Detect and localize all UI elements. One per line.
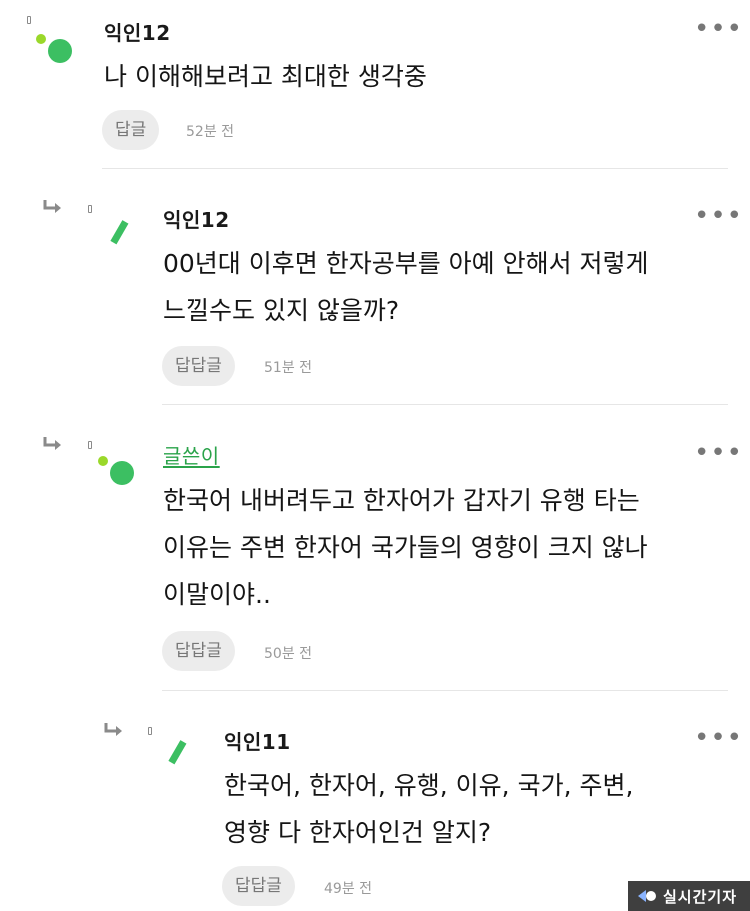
- timestamp: 51분 전: [264, 360, 313, 376]
- author-name[interactable]: 익인12: [104, 17, 171, 46]
- author-name-writer[interactable]: 글쓴이: [163, 440, 220, 469]
- timestamp: 49분 전: [324, 881, 373, 897]
- more-options-icon[interactable]: •••: [694, 203, 743, 229]
- more-options-icon[interactable]: •••: [694, 16, 743, 42]
- watermark-logo-icon: [638, 890, 656, 902]
- watermark: 실시간기자: [628, 881, 750, 911]
- reply-button[interactable]: 답글: [102, 110, 160, 150]
- timestamp: 52분 전: [186, 124, 235, 140]
- divider: [162, 690, 728, 691]
- reply-arrow-icon: [43, 437, 61, 450]
- watermark-text: 실시간기자: [663, 887, 738, 906]
- avatar-dash-icon: [168, 740, 187, 765]
- comment-text: 한국어 내버려두고 한자어가 갑자기 유행 타는 이유는 주변 한자어 국가들의…: [163, 486, 648, 609]
- divider: [162, 404, 728, 405]
- comment-text: 00년대 이후면 한자공부를 아예 안해서 저렇게 느낄수도 있지 않을까?: [163, 249, 649, 325]
- comment-text: 한국어, 한자어, 유행, 이유, 국가, 주변, 영향 다 한자어인건 알지?: [224, 771, 634, 847]
- author-name[interactable]: 익인11: [224, 726, 291, 755]
- reply-button[interactable]: 답답글: [162, 631, 235, 671]
- reply-button[interactable]: 답답글: [222, 866, 295, 906]
- avatar-dash-icon: [110, 220, 129, 245]
- author-name[interactable]: 익인12: [163, 204, 230, 233]
- reply-arrow-icon: [43, 200, 61, 213]
- level-marker-icon: [148, 727, 152, 735]
- more-options-icon[interactable]: •••: [694, 725, 743, 751]
- comment-text: 나 이해해보려고 최대한 생각중: [104, 62, 427, 91]
- reply-button[interactable]: 답답글: [162, 346, 235, 386]
- more-options-icon[interactable]: •••: [694, 440, 743, 466]
- reply-arrow-icon: [104, 723, 122, 736]
- avatar-dots-icon: [98, 456, 134, 485]
- avatar-dots-icon: [36, 34, 72, 63]
- timestamp: 50분 전: [264, 646, 313, 662]
- level-marker-icon: [27, 16, 31, 24]
- level-marker-icon: [88, 205, 92, 213]
- divider: [102, 168, 728, 169]
- level-marker-icon: [88, 441, 92, 449]
